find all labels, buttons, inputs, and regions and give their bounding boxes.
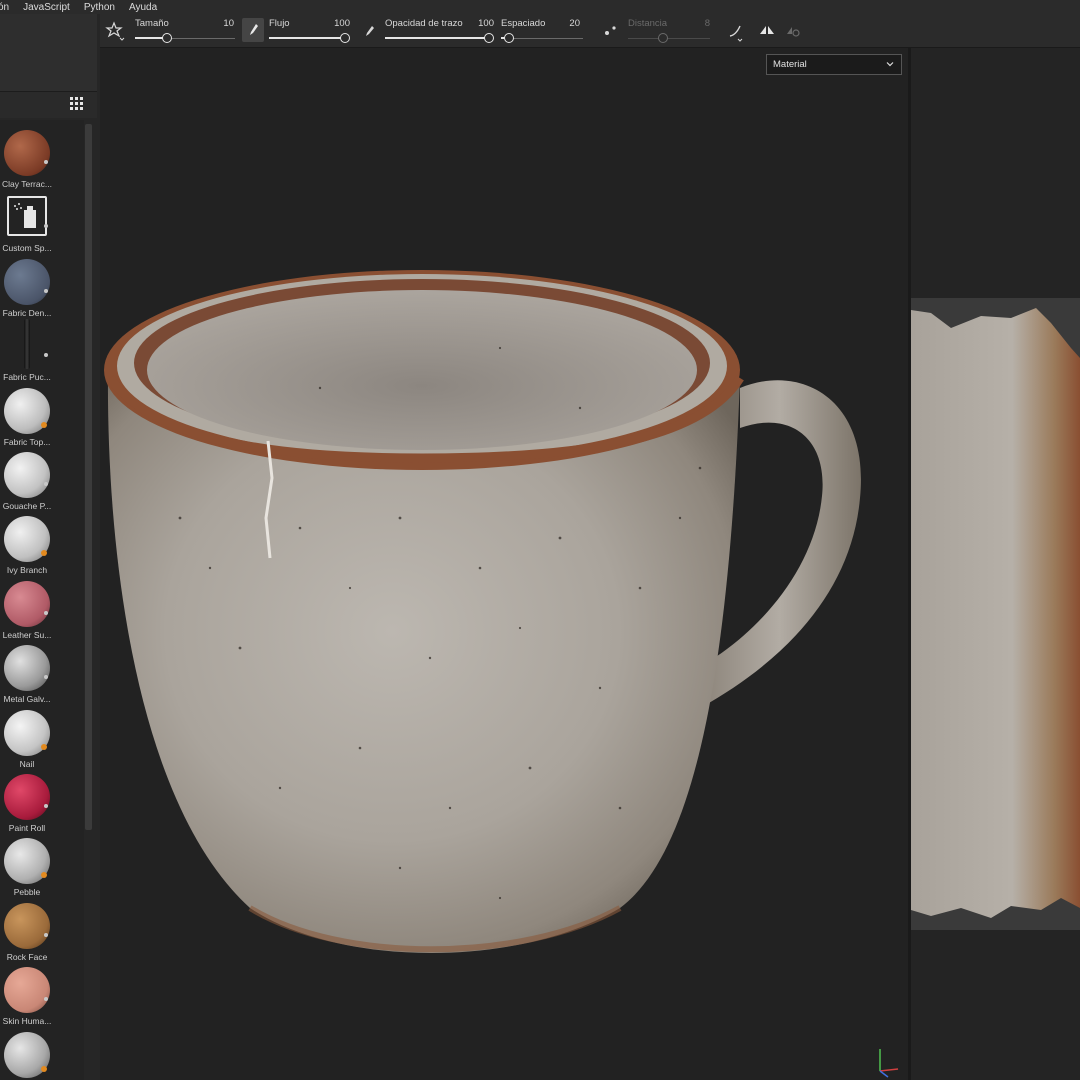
shelf-item[interactable]: Skin Huma... bbox=[0, 959, 84, 1026]
shelf-item-badge bbox=[41, 1065, 47, 1072]
shelf-item[interactable]: Clay Terrac... bbox=[0, 122, 84, 189]
opacity-label: Opacidad de trazo bbox=[385, 18, 463, 29]
menubar: ón JavaScript Python Ayuda bbox=[0, 0, 1080, 14]
chevron-down-icon bbox=[886, 62, 894, 67]
shelf-scrollbar[interactable] bbox=[85, 124, 92, 830]
spacing-slider-knob[interactable] bbox=[504, 33, 514, 43]
toolbar: Tamaño 10 Flujo 100 Opacidad de trazo 10… bbox=[100, 14, 1080, 48]
shelf-item[interactable]: Fabric Puc... bbox=[0, 315, 84, 382]
alignment-icon[interactable] bbox=[726, 20, 748, 42]
distance-slider-knob bbox=[658, 33, 668, 43]
symmetry-icon[interactable] bbox=[756, 20, 778, 42]
paint-roll-material-icon bbox=[4, 774, 50, 820]
distance-slider-track bbox=[628, 38, 710, 39]
shelf-item[interactable]: Fabric Den... bbox=[0, 251, 84, 318]
fabric-denim-material-icon bbox=[4, 258, 50, 305]
opacity-value[interactable]: 100 bbox=[462, 18, 494, 29]
spacing-value[interactable]: 20 bbox=[556, 18, 580, 29]
shelf-item-badge bbox=[44, 160, 48, 164]
shelf-item[interactable] bbox=[0, 1024, 84, 1080]
shelf-item-badge bbox=[41, 550, 47, 557]
shelf-item[interactable]: Rock Face bbox=[0, 895, 84, 962]
custom-spray-tool-icon bbox=[7, 196, 47, 237]
fabric-pucker-tool-icon bbox=[24, 319, 30, 370]
shelf-item-badge bbox=[44, 610, 48, 615]
symmetry-settings-icon[interactable] bbox=[782, 20, 804, 42]
skin-human-material-icon bbox=[4, 967, 50, 1014]
shelf-item[interactable]: Custom Sp... bbox=[0, 186, 84, 253]
leather-suede-material-icon bbox=[4, 580, 50, 627]
grid-view-icon[interactable] bbox=[70, 97, 84, 111]
shelf-item-badge bbox=[44, 224, 48, 229]
distance-label: Distancia bbox=[628, 18, 668, 29]
channel-select[interactable]: Material bbox=[766, 54, 902, 75]
stroke-opacity-icon[interactable] bbox=[358, 20, 380, 42]
menu-item-help[interactable]: Ayuda bbox=[129, 2, 157, 13]
lazy-mouse-icon[interactable] bbox=[600, 20, 622, 42]
flow-value[interactable]: 100 bbox=[318, 18, 350, 29]
size-value[interactable]: 10 bbox=[210, 18, 234, 29]
shelf-item[interactable]: Leather Su... bbox=[0, 573, 84, 640]
brush-tool-button[interactable] bbox=[242, 18, 264, 42]
2d-viewport[interactable] bbox=[911, 48, 1080, 1080]
shelf-item-badge bbox=[41, 421, 47, 428]
menu-item-javascript[interactable]: JavaScript bbox=[23, 2, 70, 13]
shelf-item[interactable]: Paint Roll bbox=[0, 766, 84, 833]
shelf-item[interactable]: Pebble bbox=[0, 830, 84, 897]
left-top-panel bbox=[0, 14, 97, 92]
shelf-item-badge bbox=[44, 932, 48, 937]
distance-value: 8 bbox=[704, 18, 710, 29]
size-label: Tamaño bbox=[135, 18, 169, 29]
menu-item-python[interactable]: Python bbox=[84, 2, 115, 13]
stencil-star-icon[interactable] bbox=[104, 20, 126, 42]
flow-slider-fill bbox=[269, 37, 345, 39]
rock-face-material-icon bbox=[4, 902, 50, 949]
opacity-slider-knob[interactable] bbox=[484, 33, 494, 43]
clay-terracotta-material-icon bbox=[4, 130, 50, 176]
shelf-item-badge bbox=[41, 872, 47, 879]
flow-label: Flujo bbox=[269, 18, 290, 29]
uv-texture-preview bbox=[911, 298, 1080, 930]
shelf-item[interactable]: Metal Galv... bbox=[0, 637, 84, 704]
shelf-item-badge bbox=[44, 482, 48, 486]
metal-galvanized-material-icon bbox=[4, 645, 50, 692]
flow-slider-knob[interactable] bbox=[340, 33, 350, 43]
size-slider-knob[interactable] bbox=[162, 33, 172, 43]
channel-select-value: Material bbox=[773, 59, 807, 70]
shelf-item[interactable]: Gouache P... bbox=[0, 444, 84, 511]
menu-item-partial[interactable]: ón bbox=[0, 2, 9, 13]
shelf-item-badge bbox=[44, 288, 48, 293]
3d-viewport[interactable] bbox=[100, 48, 908, 1080]
shelf-item[interactable]: Ivy Branch bbox=[0, 508, 84, 575]
shelf-item[interactable]: Fabric Top... bbox=[0, 380, 84, 447]
mug-3d-model bbox=[104, 270, 861, 953]
shelf-item[interactable]: Nail bbox=[0, 702, 84, 769]
axis-gizmo-icon bbox=[879, 1049, 899, 1078]
shelf-item-badge bbox=[44, 804, 48, 808]
shelf-item-badge bbox=[41, 743, 47, 750]
brush-icon bbox=[250, 24, 258, 35]
opacity-slider-fill bbox=[385, 37, 489, 39]
spacing-label: Espaciado bbox=[501, 18, 546, 29]
gouache-paint-material-icon bbox=[4, 452, 50, 498]
shelf-item-badge bbox=[44, 353, 48, 358]
